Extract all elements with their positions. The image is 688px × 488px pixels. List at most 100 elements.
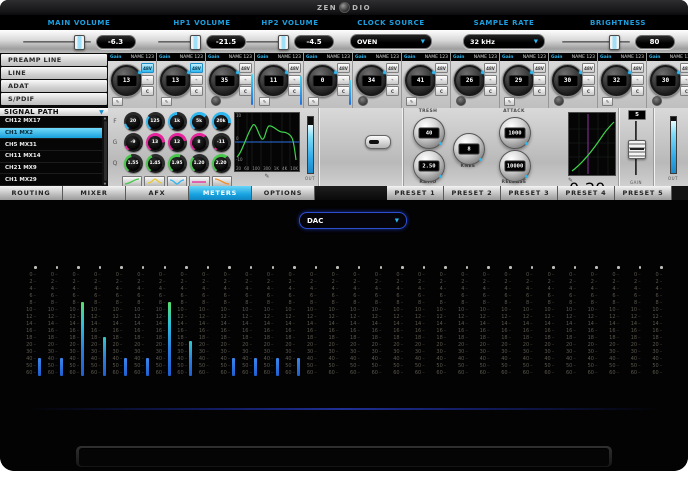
calibration-button[interactable]: C [533, 86, 546, 96]
gain-knob[interactable]: 30 [649, 64, 682, 97]
tab-afx[interactable]: AFX [126, 186, 189, 200]
main-volume-slider[interactable] [23, 41, 91, 43]
gain-knob[interactable]: 11 [257, 64, 290, 97]
phantom-48v-button[interactable]: 48V [190, 63, 203, 73]
pad-button[interactable]: ⌁ [484, 75, 497, 85]
calibration-button[interactable]: C [484, 86, 497, 96]
eq-f-knob-2[interactable]: 125 [146, 112, 165, 131]
hp1-volume-value[interactable]: -21.5 [206, 35, 246, 49]
pad-button[interactable]: ⌁ [582, 75, 595, 85]
signal-path-scrollbar[interactable]: ▲▼ [102, 116, 108, 186]
slider-handle[interactable] [278, 35, 289, 50]
channel-name[interactable]: NAME 123 [523, 55, 546, 60]
signal-path-item-ch1-mx2[interactable]: CH1 MX2 [0, 128, 102, 140]
edit-name-button[interactable]: ✎ [602, 97, 613, 106]
channel-name[interactable]: NAME 123 [180, 55, 203, 60]
eq-f-knob-3[interactable]: 1k [168, 112, 187, 131]
gain-knob[interactable]: 13 [159, 64, 192, 97]
calibration-button[interactable]: C [435, 86, 448, 96]
bypass-toggle[interactable] [365, 135, 391, 149]
eq-g-knob-4[interactable]: 8 [190, 133, 209, 152]
edit-name-button[interactable]: ✎ [161, 97, 172, 106]
channel-name[interactable]: NAME 123 [474, 55, 497, 60]
phantom-48v-button[interactable]: 48V [435, 63, 448, 73]
tab-preset-3[interactable]: PRESET 3 [501, 186, 558, 200]
channel-name[interactable]: NAME 123 [376, 55, 399, 60]
eq-q-knob-3[interactable]: 1.95 [168, 154, 187, 173]
eq-g-knob-5[interactable]: -11 [212, 133, 231, 152]
phantom-48v-button[interactable]: 48V [239, 63, 252, 73]
edit-name-button[interactable]: ✎ [112, 97, 123, 106]
eq-f-knob-4[interactable]: 5k [190, 112, 209, 131]
slider-handle[interactable] [190, 35, 201, 50]
gain-value-display[interactable]: 5 [628, 110, 646, 120]
channel-name[interactable]: NAME 123 [670, 55, 688, 60]
eq-g-knob-3[interactable]: 12 [168, 133, 187, 152]
pad-button[interactable]: ⌁ [680, 75, 688, 85]
pad-button[interactable]: ⌁ [190, 75, 203, 85]
signal-path-header[interactable]: SIGNAL PATH ▼ [0, 108, 108, 116]
calibration-button[interactable]: C [582, 86, 595, 96]
eq-f-knob-5[interactable]: 20k [212, 112, 231, 131]
trim-knob[interactable] [358, 96, 368, 106]
input-select-line[interactable]: LINE [1, 67, 107, 79]
gain-knob[interactable]: 35 [208, 64, 241, 97]
phantom-48v-button[interactable]: 48V [680, 63, 688, 73]
hp2-volume-slider[interactable] [246, 41, 289, 43]
meter-source-select[interactable]: DAC ▼ [299, 212, 407, 229]
calibration-button[interactable]: C [386, 86, 399, 96]
pad-button[interactable]: ⌁ [631, 75, 644, 85]
trim-knob[interactable] [211, 96, 221, 106]
channel-name[interactable]: NAME 123 [131, 55, 154, 60]
edit-name-button[interactable]: ✎ [259, 97, 270, 106]
slider-handle[interactable] [609, 35, 620, 50]
trim-knob[interactable] [652, 96, 662, 106]
input-select-s-pdif[interactable]: S/PDIF [1, 93, 107, 105]
tab-preset-1[interactable]: PRESET 1 [387, 186, 444, 200]
main-volume-value[interactable]: -6.3 [96, 35, 136, 49]
gain-knob[interactable]: 0 [306, 64, 339, 97]
signal-path-item-ch1-mx29[interactable]: CH1 MX29 [0, 174, 102, 186]
signal-path-item-ch12-mx17[interactable]: CH12 MX17 [0, 116, 102, 128]
tab-mixer[interactable]: MIXER [63, 186, 126, 200]
gain-fader-handle[interactable] [628, 140, 646, 159]
slider-handle[interactable] [74, 35, 85, 50]
signal-path-item-ch11-mx14[interactable]: CH11 MX14 [0, 151, 102, 163]
phantom-48v-button[interactable]: 48V [631, 63, 644, 73]
scroll-up-icon[interactable]: ▲ [104, 116, 107, 120]
hp2-volume-value[interactable]: -4.5 [294, 35, 334, 49]
ratio-knob[interactable]: 2.50 [413, 150, 445, 182]
tab-routing[interactable]: ROUTING [0, 186, 63, 200]
phantom-48v-button[interactable]: 48V [337, 63, 350, 73]
eq-g-knob-1[interactable]: -9 [124, 133, 143, 152]
channel-name[interactable]: NAME 123 [229, 55, 252, 60]
gain-knob[interactable]: 41 [404, 64, 437, 97]
knee-knob[interactable]: 8 [453, 133, 485, 165]
phantom-48v-button[interactable]: 48V [582, 63, 595, 73]
edit-name-button[interactable]: ✎ [504, 97, 515, 106]
tab-preset-2[interactable]: PRESET 2 [444, 186, 501, 200]
phantom-48v-button[interactable]: 48V [141, 63, 154, 73]
tab-meters[interactable]: METERS [189, 186, 252, 200]
phantom-48v-button[interactable]: 48V [533, 63, 546, 73]
signal-path-item-ch5-mx31[interactable]: CH5 MX31 [0, 139, 102, 151]
pad-button[interactable]: ⌁ [141, 75, 154, 85]
eq-q-knob-4[interactable]: 1.20 [190, 154, 209, 173]
input-select-adat[interactable]: ADAT [1, 80, 107, 92]
phantom-48v-button[interactable]: 48V [288, 63, 301, 73]
calibration-button[interactable]: C [190, 86, 203, 96]
pad-button[interactable]: ⌁ [435, 75, 448, 85]
eq-q-knob-1[interactable]: 1.55 [124, 154, 143, 173]
eq-q-knob-5[interactable]: 2.20 [212, 154, 231, 173]
channel-name[interactable]: NAME 123 [327, 55, 350, 60]
brightness-value[interactable]: 80 [635, 35, 675, 49]
signal-path-item-ch21-mx9[interactable]: CH21 MX9 [0, 163, 102, 175]
eq-q-knob-2[interactable]: 1.45 [146, 154, 165, 173]
calibration-button[interactable]: C [680, 86, 688, 96]
clock-source-select[interactable]: OVEN▼ [350, 34, 432, 49]
tab-preset-5[interactable]: PRESET 5 [615, 186, 672, 200]
release-knob[interactable]: 10000 [499, 150, 531, 182]
edit-name-button[interactable]: ✎ [308, 97, 319, 106]
pad-button[interactable]: ⌁ [533, 75, 546, 85]
channel-name[interactable]: NAME 123 [621, 55, 644, 60]
